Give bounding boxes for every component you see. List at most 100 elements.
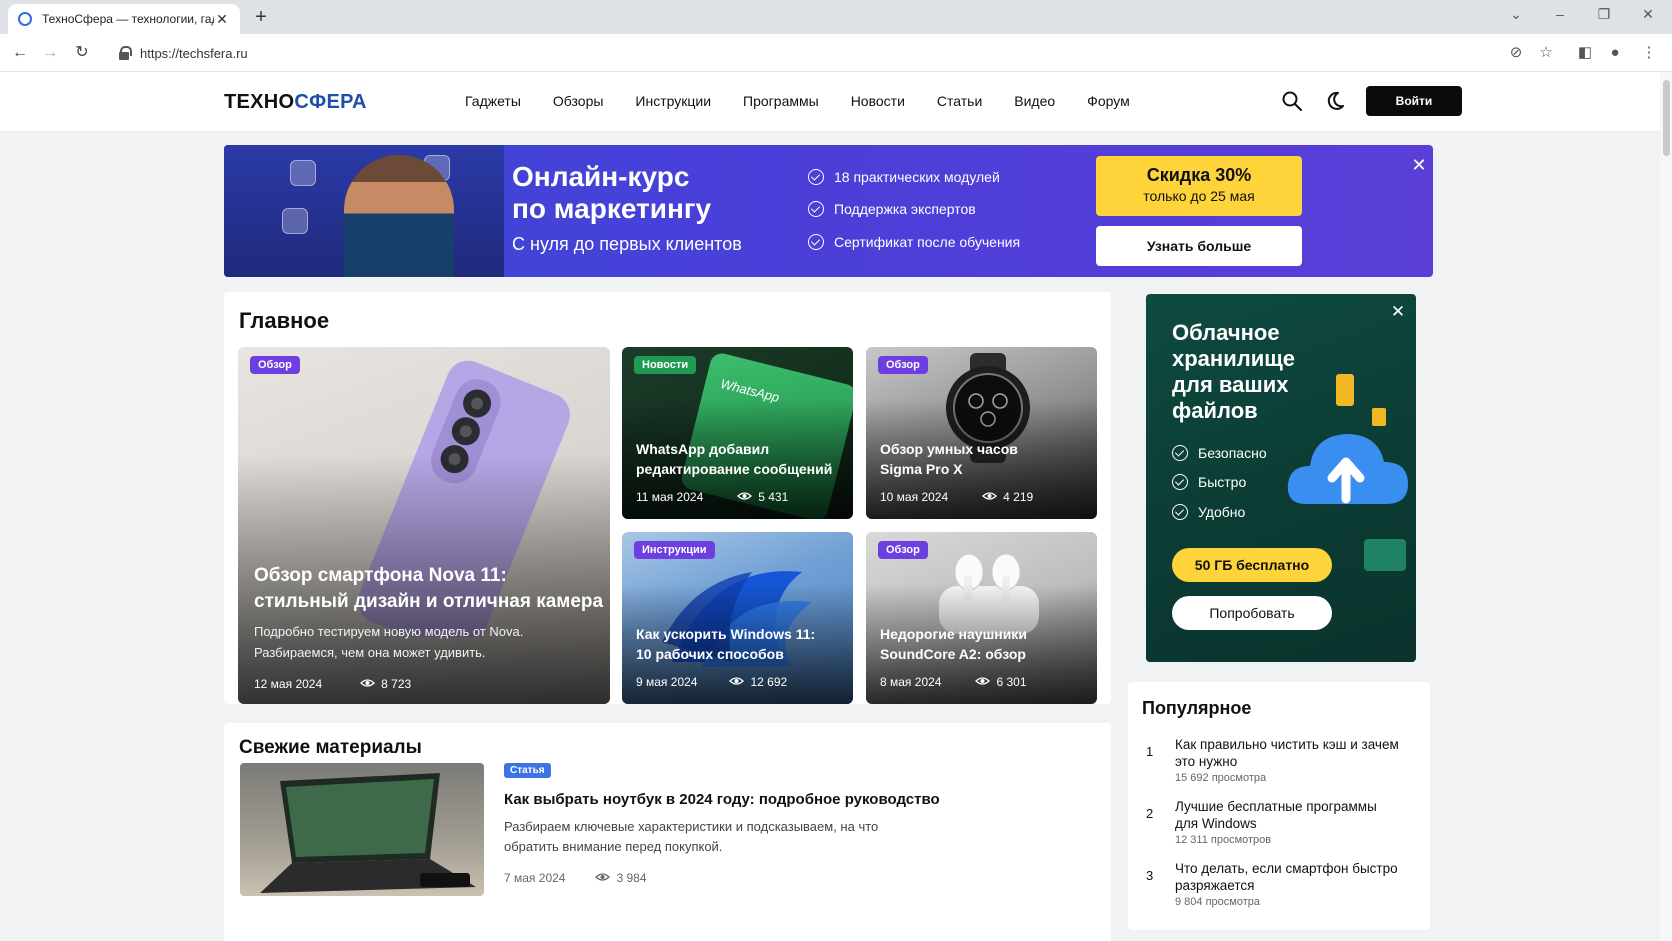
forward-icon[interactable]: →: [39, 42, 61, 64]
ad-feature: Безопасно: [1172, 445, 1267, 461]
popular-views: 12 311 просмотров: [1175, 834, 1272, 846]
article-tile[interactable]: Обзор Недорогие наушники SoundCore A2: о…: [866, 532, 1097, 704]
featured-description: Подробно тестируем новую модель от Nova.…: [254, 621, 523, 663]
eye-icon: [729, 675, 745, 689]
nav-item-news[interactable]: Новости: [851, 93, 905, 109]
featured-title: Обзор смартфона Nova 11: стильный дизайн…: [254, 563, 603, 615]
try-button[interactable]: Попробовать: [1172, 596, 1332, 630]
discount-deadline: только до 25 мая: [1143, 188, 1255, 204]
window-close-icon[interactable]: ✕: [1638, 6, 1658, 23]
lock-icon: [118, 46, 132, 60]
close-ad-icon[interactable]: ✕: [1390, 302, 1406, 322]
article-views: 12 692: [750, 675, 788, 689]
tile-title: Обзор умных часов Sigma Pro X: [880, 439, 1018, 479]
popular-item-title-line: Что делать, если смартфон быстро: [1175, 861, 1398, 876]
close-tab-icon[interactable]: ✕: [214, 11, 230, 28]
restore-icon[interactable]: ❐: [1594, 6, 1614, 23]
nav-item-reviews[interactable]: Обзоры: [553, 93, 604, 109]
featured-article[interactable]: Обзор Обзор смартфона Nova 11: стильный …: [238, 347, 610, 704]
main-section: Главное Обзор Обзор смартфона Nova 11: с…: [224, 292, 1111, 704]
check-circle-icon: [808, 201, 824, 217]
nav-item-gadgets[interactable]: Гаджеты: [465, 93, 521, 109]
minimize-icon[interactable]: –: [1550, 6, 1570, 22]
popular-rank: 2: [1146, 806, 1154, 821]
article-meta: 11 мая 2024 5 431: [636, 490, 788, 504]
cast-icon[interactable]: ⊘: [1507, 44, 1525, 62]
banner-feature-text: Поддержка экспертов: [834, 201, 976, 217]
nav-item-instructions[interactable]: Инструкции: [635, 93, 711, 109]
ad-feature: Быстро: [1172, 474, 1246, 490]
course-banner[interactable]: Онлайн-курс по маркетингу С нуля до перв…: [224, 145, 1433, 277]
reload-icon[interactable]: ↻: [71, 42, 93, 64]
article-tile[interactable]: Инструкции Как ускорить Windows 11: 10 р…: [622, 532, 853, 704]
article-tile[interactable]: WhatsApp Новости WhatsApp добавил редакт…: [622, 347, 853, 519]
discount-badge: Скидка 30% только до 25 мая: [1096, 156, 1302, 216]
learn-more-button[interactable]: Узнать больше: [1096, 226, 1302, 266]
scrollbar-thumb[interactable]: [1663, 80, 1670, 156]
nav-item-programs[interactable]: Программы: [743, 93, 819, 109]
free-storage-offer-button[interactable]: 50 ГБ бесплатно: [1172, 548, 1332, 582]
popular-title: Популярное: [1142, 698, 1252, 718]
article-meta: 10 мая 2024 4 219: [880, 490, 1033, 504]
featured-description-line: Разбираемся, чем она может удивить.: [254, 645, 486, 660]
article-tile[interactable]: Обзор Обзор умных часов Sigma Pro X 10 м…: [866, 347, 1097, 519]
side-panel-icon[interactable]: ◧: [1576, 44, 1594, 62]
new-tab-icon[interactable]: +: [250, 6, 272, 28]
banner-feature: Поддержка экспертов: [808, 201, 976, 217]
category-badge[interactable]: Инструкции: [634, 541, 715, 559]
bookmark-star-icon[interactable]: ☆: [1537, 44, 1555, 62]
tile-title: Как ускорить Windows 11: 10 рабочих спос…: [636, 624, 815, 664]
page-scrollbar[interactable]: [1660, 72, 1672, 941]
article-date: 8 мая 2024: [880, 675, 942, 689]
category-badge[interactable]: Обзор: [878, 541, 928, 559]
article-date: 11 мая 2024: [636, 490, 704, 504]
nav-item-forum[interactable]: Форум: [1087, 93, 1130, 109]
tile-title-line: Sigma Pro X: [880, 461, 963, 477]
nav-item-articles[interactable]: Статьи: [937, 93, 982, 109]
article-views: 8 723: [381, 677, 412, 691]
site-logo[interactable]: ТЕХНОСФЕРА: [224, 91, 367, 114]
tile-title-line: Обзор умных часов: [880, 441, 1018, 457]
article-date: 7 мая 2024: [504, 871, 566, 885]
tile-title-line: редактирование сообщений: [636, 461, 833, 477]
category-badge[interactable]: Обзор: [878, 356, 928, 374]
article-views: 3 984: [616, 871, 647, 885]
eye-icon: [737, 490, 753, 504]
article-meta: 9 мая 2024 12 692: [636, 675, 787, 689]
popular-item-title: Лучшие бесплатные программы для Windows: [1175, 798, 1420, 832]
banner-title-line: Онлайн-курс: [512, 161, 690, 192]
featured-title-line: Обзор смартфона Nova 11:: [254, 565, 507, 586]
site-favicon-icon: [18, 12, 32, 26]
profile-icon[interactable]: ●: [1606, 44, 1624, 62]
article-views: 6 301: [996, 675, 1027, 689]
popular-item-title-line: это нужно: [1175, 754, 1238, 769]
ad-title-line: хранилище: [1172, 346, 1296, 371]
eye-icon: [595, 871, 611, 885]
site-header: ТЕХНОСФЕРА Гаджеты Обзоры Инструкции Про…: [0, 72, 1660, 132]
laptop-article-image[interactable]: [240, 763, 484, 896]
popular-item-title-line: для Windows: [1175, 816, 1257, 831]
category-badge[interactable]: Обзор: [250, 356, 300, 374]
search-icon[interactable]: [1281, 90, 1303, 112]
address-bar[interactable]: https://techsfera.ru: [104, 39, 1504, 67]
tile-title: Недорогие наушники SoundCore A2: обзор: [880, 624, 1027, 664]
banner-feature: Сертификат после обучения: [808, 234, 1020, 250]
popular-item-title-line: разряжается: [1175, 878, 1255, 893]
cloud-storage-ad[interactable]: Облачное хранилище для ваших файлов Безо…: [1146, 294, 1416, 662]
category-badge[interactable]: Статья: [504, 763, 551, 778]
featured-description-line: Подробно тестируем новую модель от Nova.: [254, 624, 524, 639]
nav-item-video[interactable]: Видео: [1014, 93, 1055, 109]
popular-item-title: Как правильно чистить кэш и зачем это ну…: [1175, 736, 1420, 770]
popular-item-title-line: Лучшие бесплатные программы: [1175, 799, 1377, 814]
category-badge[interactable]: Новости: [634, 356, 697, 374]
tab-search-chevron-icon[interactable]: ⌄: [1506, 6, 1526, 23]
dark-mode-moon-icon[interactable]: [1324, 90, 1346, 112]
menu-kebab-icon[interactable]: ⋮: [1640, 44, 1658, 62]
article-title[interactable]: Как выбрать ноутбук в 2024 году: подробн…: [504, 791, 940, 808]
login-button[interactable]: Войти: [1366, 86, 1462, 116]
ad-feature-text: Безопасно: [1198, 445, 1267, 461]
close-banner-icon[interactable]: ✕: [1410, 155, 1428, 176]
article-meta: 7 мая 2024 3 984: [504, 871, 647, 885]
back-icon[interactable]: ←: [9, 42, 31, 64]
browser-tab[interactable]: ТехноСфера — технологии, гад ✕: [8, 4, 240, 34]
